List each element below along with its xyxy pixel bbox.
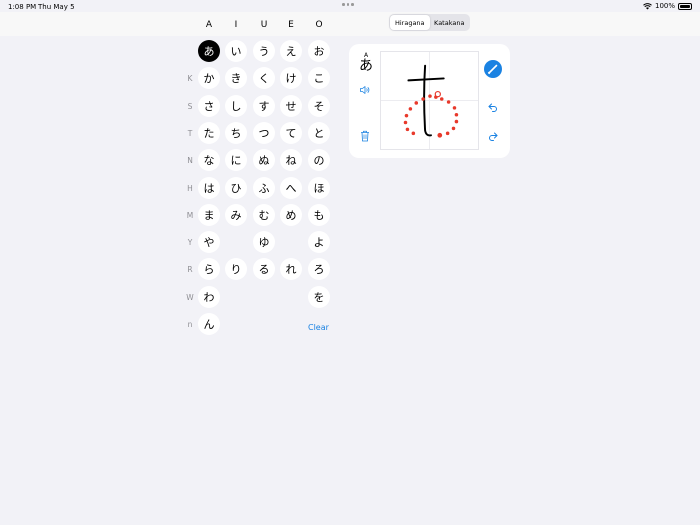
kana-button-r-a[interactable]: ら	[198, 258, 220, 281]
kana-button-s-o[interactable]: そ	[308, 94, 330, 117]
row-label: T	[187, 128, 193, 138]
battery-icon	[678, 2, 692, 10]
kana-button-vowel-a[interactable]: あ	[198, 40, 220, 62]
row-label: M	[186, 210, 194, 220]
clear-button[interactable]: Clear	[308, 323, 329, 332]
kana-button-t-u[interactable]: つ	[253, 121, 275, 144]
kana-button-n-a[interactable]: な	[198, 149, 220, 172]
kana-button-k-i[interactable]: き	[225, 67, 247, 90]
nav-bar	[0, 12, 700, 36]
column-header-o: O	[315, 20, 323, 30]
kana-button-n-u[interactable]: ぬ	[253, 149, 275, 172]
row-label: H	[187, 183, 193, 193]
kana-button-h-e[interactable]: へ	[280, 176, 302, 199]
kana-button-w-o[interactable]: を	[308, 285, 330, 308]
practice-card: A あ	[349, 44, 510, 158]
kana-button-k-e[interactable]: け	[280, 67, 302, 90]
kana-button-vowel-u[interactable]: う	[253, 40, 275, 62]
row-label: S	[187, 101, 193, 111]
kana-button-s-u[interactable]: す	[253, 94, 275, 117]
pen-button[interactable]	[484, 60, 502, 78]
kana-button-y-o[interactable]: よ	[308, 231, 330, 254]
kana-button-w-a[interactable]: わ	[198, 285, 220, 308]
row-label: N	[187, 156, 193, 166]
row-label: W	[186, 292, 194, 302]
kana-button-r-i[interactable]: り	[225, 258, 247, 281]
kana-button-r-e[interactable]: れ	[280, 258, 302, 281]
kana-button-h-u[interactable]: ふ	[253, 176, 275, 199]
row-label: Y	[187, 238, 193, 248]
kana-button-n-o[interactable]: の	[308, 149, 330, 172]
kana-button-t-i[interactable]: ち	[225, 121, 247, 144]
row-label: n	[187, 320, 193, 329]
kana-button-n-a[interactable]: ん	[198, 313, 220, 335]
column-header-i: I	[234, 20, 238, 30]
redo-icon[interactable]	[487, 130, 499, 142]
segment-katakana[interactable]: Katakana	[430, 15, 470, 30]
battery-percent: 100%	[654, 2, 675, 10]
kana-button-s-a[interactable]: さ	[198, 94, 220, 117]
kana-button-m-i[interactable]: み	[225, 203, 247, 226]
multitasking-dots-icon[interactable]	[342, 3, 354, 6]
kana-button-y-a[interactable]: や	[198, 231, 220, 254]
kana-button-h-a[interactable]: は	[198, 176, 220, 199]
undo-icon[interactable]	[487, 101, 499, 113]
kana-button-t-e[interactable]: て	[280, 121, 302, 144]
trash-icon[interactable]	[360, 130, 370, 142]
kana-button-n-i[interactable]: に	[225, 149, 247, 172]
kana-button-k-u[interactable]: く	[253, 67, 275, 90]
reference-kana: A あ	[357, 52, 375, 74]
row-label: K	[187, 74, 193, 84]
kana-button-y-u[interactable]: ゆ	[253, 231, 275, 254]
kana-button-r-u[interactable]: る	[253, 258, 275, 281]
script-segmented-control[interactable]: Hiragana Katakana	[389, 14, 470, 31]
kana-button-h-o[interactable]: ほ	[308, 176, 330, 199]
kana-button-m-u[interactable]: む	[253, 203, 275, 226]
kana-button-m-o[interactable]: も	[308, 203, 330, 226]
row-label: R	[187, 265, 193, 275]
kana-button-t-a[interactable]: た	[198, 121, 220, 144]
kana-button-vowel-o[interactable]: お	[308, 40, 330, 62]
kana-button-h-i[interactable]: ひ	[225, 176, 247, 199]
column-header-u: U	[260, 20, 268, 30]
kana-button-r-o[interactable]: ろ	[308, 258, 330, 281]
drawing-canvas[interactable]	[380, 51, 479, 150]
segment-hiragana[interactable]: Hiragana	[390, 15, 430, 30]
status-date: Thu May 5	[38, 3, 75, 11]
kana-button-n-e[interactable]: ね	[280, 149, 302, 172]
reference-glyph: あ	[359, 58, 373, 74]
kana-button-vowel-i[interactable]: い	[225, 40, 247, 62]
kana-button-t-o[interactable]: と	[308, 121, 330, 144]
kana-button-vowel-e[interactable]: え	[280, 40, 302, 62]
stroke-start-marker	[434, 90, 441, 98]
speaker-icon[interactable]	[359, 84, 371, 96]
kana-button-k-o[interactable]: こ	[308, 67, 330, 90]
kana-button-m-a[interactable]: ま	[198, 203, 220, 226]
kana-button-s-i[interactable]: し	[225, 94, 247, 117]
status-right: 100%	[643, 2, 692, 10]
wifi-icon	[643, 2, 652, 9]
kana-button-k-a[interactable]: か	[198, 67, 220, 90]
status-time: 1:08 PM	[8, 3, 37, 11]
kana-button-s-e[interactable]: せ	[280, 94, 302, 117]
kana-button-m-e[interactable]: め	[280, 203, 302, 226]
pencil-icon	[487, 64, 498, 75]
column-header-a: A	[205, 20, 213, 30]
column-header-e: E	[288, 20, 294, 30]
